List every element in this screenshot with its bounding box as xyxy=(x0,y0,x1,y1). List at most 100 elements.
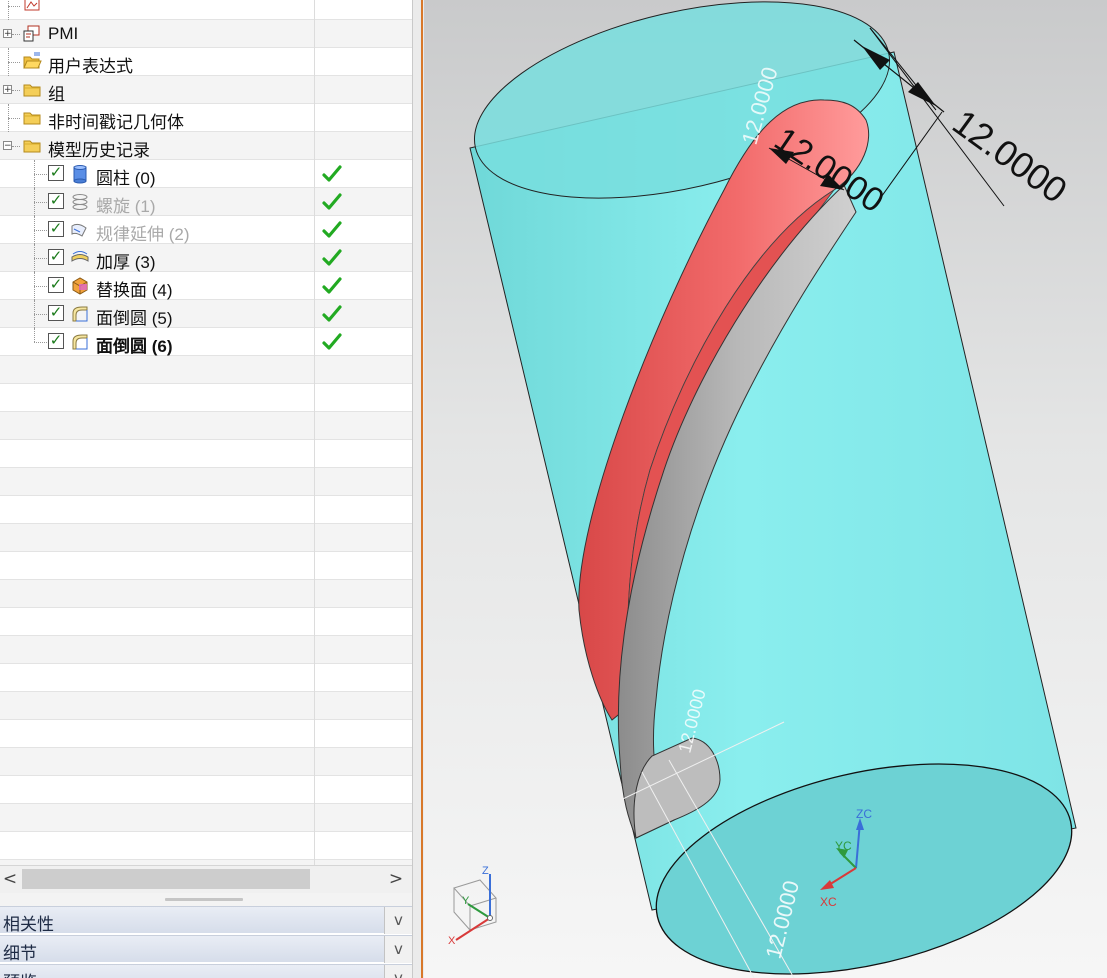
dependencies-title: 相关性 xyxy=(3,915,54,934)
tree-connector xyxy=(8,6,20,7)
column-separator xyxy=(314,188,315,216)
tree-row[interactable]: − 模型历史记录 xyxy=(0,132,412,160)
expand-dependencies-button[interactable]: v xyxy=(384,907,412,934)
model-view[interactable]: 12.0000 12.0000 12.0000 12.0000 12.0000 … xyxy=(424,0,1107,978)
column-separator xyxy=(314,468,315,496)
yc-axis-label: YC xyxy=(835,839,852,853)
splitter-grip[interactable] xyxy=(165,898,243,901)
active-panel-edge xyxy=(421,0,423,978)
tree-row-empty xyxy=(0,524,412,552)
column-separator xyxy=(314,20,315,48)
tree-row[interactable]: ✓ 螺旋 (1) xyxy=(0,188,412,216)
column-separator xyxy=(314,608,315,636)
expand-node-button[interactable]: + xyxy=(3,29,12,39)
tree-connector xyxy=(8,0,9,20)
tree-item-label: 用户表达式 xyxy=(48,57,133,76)
feature-checkbox[interactable]: ✓ xyxy=(48,305,64,321)
replace-face-icon xyxy=(70,276,90,296)
up-to-date-check-icon xyxy=(322,192,342,212)
expand-preview-button[interactable]: v xyxy=(384,965,412,978)
column-separator xyxy=(314,440,315,468)
column-separator xyxy=(314,48,315,76)
column-separator xyxy=(314,132,315,160)
tree-item-label: 非时间戳记几何体 xyxy=(48,113,184,132)
thicken-icon xyxy=(70,248,90,268)
tree-connector xyxy=(12,90,20,91)
column-separator xyxy=(314,496,315,524)
folder-icon xyxy=(22,136,42,156)
tree-row[interactable]: + 组 xyxy=(0,76,412,104)
tree-row-empty xyxy=(0,636,412,664)
feature-tree: + PMI 用户表达式 + 组非时间戳记几何体 − 模型历史记录 ✓ 圆柱 (0) ✓ 螺旋 (1)… xyxy=(0,0,412,865)
open-folder-icon xyxy=(22,52,42,72)
tree-connector xyxy=(34,174,47,175)
dimension-label[interactable]: 12.0000 xyxy=(945,101,1074,211)
preview-panel-header[interactable]: 预览 v xyxy=(0,964,412,978)
feature-label: 圆柱 (0) xyxy=(96,169,156,188)
scroll-right-button[interactable]: > xyxy=(386,868,406,890)
feature-checkbox[interactable]: ✓ xyxy=(48,249,64,265)
tree-row[interactable]: ✓ 面倒圆 (5) xyxy=(0,300,412,328)
up-to-date-check-icon xyxy=(322,248,342,268)
helix-icon xyxy=(70,192,90,212)
tree-row-empty xyxy=(0,356,412,384)
feature-label: 面倒圆 (6) xyxy=(96,337,173,356)
panel-divider[interactable] xyxy=(412,0,424,978)
column-separator xyxy=(314,160,315,188)
column-separator xyxy=(314,384,315,412)
scroll-left-button[interactable]: < xyxy=(0,868,20,890)
tree-row[interactable]: + PMI xyxy=(0,20,412,48)
details-title: 细节 xyxy=(3,944,37,963)
column-separator xyxy=(314,524,315,552)
zc-axis-label: ZC xyxy=(856,807,872,821)
column-separator xyxy=(314,636,315,664)
tree-row[interactable]: ✓ 加厚 (3) xyxy=(0,244,412,272)
tree-row[interactable] xyxy=(0,0,412,20)
feature-checkbox[interactable]: ✓ xyxy=(48,221,64,237)
graphics-viewport[interactable]: 12.0000 12.0000 12.0000 12.0000 12.0000 … xyxy=(424,0,1107,978)
pmi-icon xyxy=(22,24,42,44)
up-to-date-check-icon xyxy=(322,332,342,352)
tree-row[interactable]: ✓ 面倒圆 (6) xyxy=(0,328,412,356)
tree-row[interactable]: ✓ 规律延伸 (2) xyxy=(0,216,412,244)
tree-row[interactable]: ✓ 圆柱 (0) xyxy=(0,160,412,188)
column-separator xyxy=(314,804,315,832)
column-separator xyxy=(314,0,315,20)
feature-checkbox[interactable]: ✓ xyxy=(48,333,64,349)
expand-node-button[interactable]: + xyxy=(3,85,12,95)
feature-checkbox[interactable]: ✓ xyxy=(48,193,64,209)
up-to-date-check-icon xyxy=(322,304,342,324)
tree-connector xyxy=(8,62,20,63)
feature-label: 替换面 (4) xyxy=(96,281,173,300)
collapse-node-button[interactable]: − xyxy=(3,141,12,151)
column-separator xyxy=(314,832,315,860)
tree-connector xyxy=(34,202,47,203)
expand-details-button[interactable]: v xyxy=(384,936,412,963)
law-extension-icon xyxy=(70,220,90,240)
feature-checkbox[interactable]: ✓ xyxy=(48,165,64,181)
feature-label: 螺旋 (1) xyxy=(96,197,156,216)
panel-splitter[interactable] xyxy=(0,893,412,906)
tree-connector xyxy=(8,118,20,119)
tree-connector xyxy=(34,258,47,259)
feature-checkbox[interactable]: ✓ xyxy=(48,277,64,293)
tree-row[interactable]: 非时间戳记几何体 xyxy=(0,104,412,132)
feature-label: 规律延伸 (2) xyxy=(96,225,190,244)
column-separator xyxy=(314,216,315,244)
tree-item-label: 组 xyxy=(48,85,65,104)
tree-connector xyxy=(34,286,47,287)
tree-row[interactable]: ✓ 替换面 (4) xyxy=(0,272,412,300)
dependencies-panel-header[interactable]: 相关性 v xyxy=(0,906,412,934)
tree-row[interactable]: 用户表达式 xyxy=(0,48,412,76)
details-panel-header[interactable]: 细节 v xyxy=(0,935,412,963)
column-separator xyxy=(314,776,315,804)
column-separator xyxy=(314,692,315,720)
scrollbar-thumb[interactable] xyxy=(22,869,310,889)
horizontal-scrollbar[interactable]: < > xyxy=(0,865,412,893)
column-separator xyxy=(314,552,315,580)
column-separator xyxy=(314,272,315,300)
tree-connector xyxy=(34,230,47,231)
view-triad[interactable]: Z Y X xyxy=(448,865,497,947)
tree-row-empty xyxy=(0,804,412,832)
column-separator xyxy=(314,104,315,132)
